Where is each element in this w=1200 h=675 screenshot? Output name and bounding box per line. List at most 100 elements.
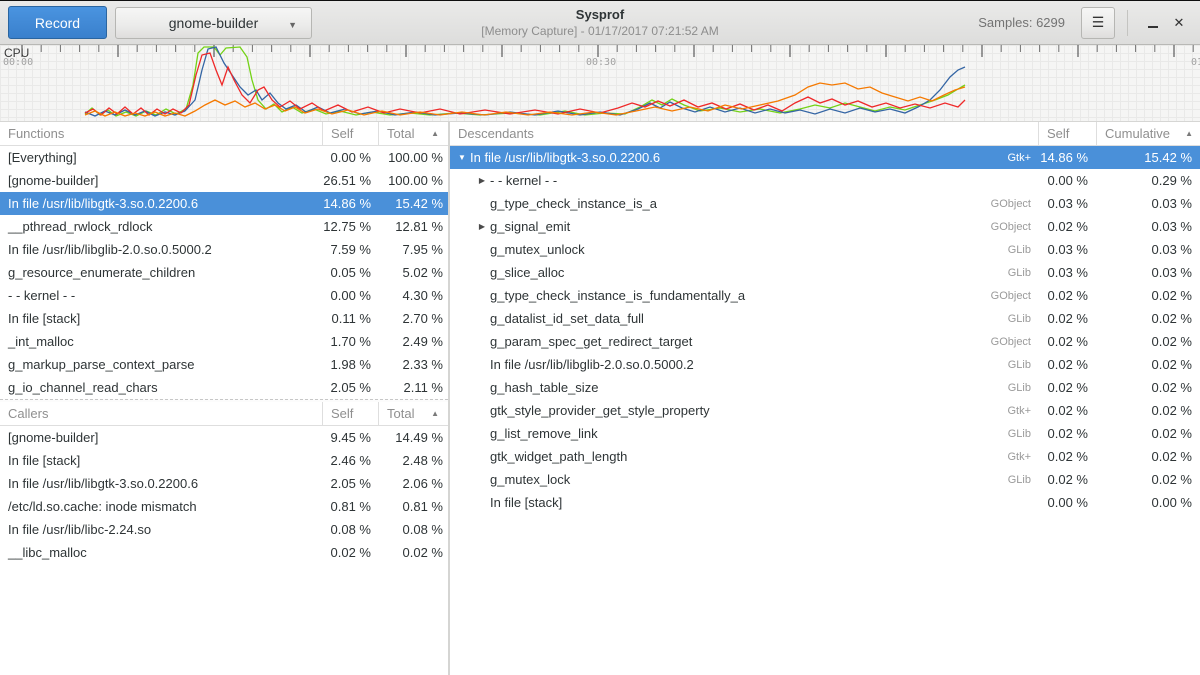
sort-ascending-icon: ▲ [1185,129,1193,138]
function-name: g_type_check_instance_is_fundamentally_a [490,288,991,303]
library-tag: GLib [1008,382,1038,394]
tree-row[interactable]: g_mutex_lockGLib0.02 %0.02 % [450,468,1200,491]
self-percent: 1.98 % [322,357,378,372]
expander-closed-icon[interactable]: ▶ [474,222,490,231]
function-name: In file /usr/lib/libgtk-3.so.0.2200.6 [0,476,322,491]
callers-self-column-header[interactable]: Self [322,402,378,426]
self-percent: 0.00 % [1038,495,1096,510]
tree-row[interactable]: g_type_check_instance_is_aGObject0.03 %0… [450,192,1200,215]
table-row[interactable]: g_markup_parse_context_parse1.98 %2.33 % [0,353,448,376]
self-percent: 0.11 % [322,311,378,326]
record-button[interactable]: Record [8,6,107,39]
function-name: g_datalist_id_set_data_full [490,311,1008,326]
self-percent: 0.02 % [1038,472,1096,487]
tree-row[interactable]: ▶g_signal_emitGObject0.02 %0.03 % [450,215,1200,238]
function-name: /etc/ld.so.cache: inode mismatch [0,499,322,514]
callers-column-header[interactable]: Callers [0,402,322,426]
tree-row[interactable]: g_list_remove_linkGLib0.02 %0.02 % [450,422,1200,445]
descendant-name-cell: g_mutex_lockGLib [450,472,1038,487]
table-row[interactable]: [gnome-builder]26.51 %100.00 % [0,169,448,192]
library-tag: GObject [991,290,1038,302]
functions-self-column-header[interactable]: Self [322,122,378,146]
total-percent: 100.00 % [378,150,448,165]
table-row[interactable]: [gnome-builder]9.45 %14.49 % [0,426,448,449]
table-row[interactable]: In file /usr/lib/libgtk-3.so.0.2200.614.… [0,192,448,215]
functions-column-header[interactable]: Functions [0,122,322,146]
cumulative-percent: 0.29 % [1096,173,1200,188]
tree-row[interactable]: In file /usr/lib/libglib-2.0.so.0.5000.2… [450,353,1200,376]
sysprof-window: Record gnome-builder ▼ Sysprof [Memory C… [0,0,1200,675]
minimize-button[interactable] [1140,10,1166,36]
self-percent: 0.03 % [1038,196,1096,211]
cumulative-percent: 0.02 % [1096,334,1200,349]
table-row[interactable]: In file [stack]2.46 %2.48 % [0,449,448,472]
total-percent: 4.30 % [378,288,448,303]
samples-count: Samples: 6299 [978,15,1065,30]
descendants-pane: Descendants Self Cumulative ▲ ▼In file /… [450,122,1200,675]
total-percent: 2.06 % [378,476,448,491]
table-row[interactable]: g_io_channel_read_chars2.05 %2.11 % [0,376,448,399]
table-row[interactable]: In file /usr/lib/libgtk-3.so.0.2200.6 2.0… [0,472,448,495]
function-name: In file /usr/lib/libglib-2.0.so.0.5000.2 [490,357,1008,372]
callers-total-column-header[interactable]: Total ▲ [378,402,448,426]
table-row[interactable]: __libc_malloc0.02 %0.02 % [0,541,448,564]
table-row[interactable]: In file [stack]0.11 %2.70 % [0,307,448,330]
cumulative-percent: 0.02 % [1096,380,1200,395]
tree-row[interactable]: ▼In file /usr/lib/libgtk-3.so.0.2200.6Gt… [450,146,1200,169]
menu-button[interactable]: ☰ [1081,7,1115,39]
tree-row[interactable]: g_datalist_id_set_data_fullGLib0.02 %0.0… [450,307,1200,330]
expander-open-icon[interactable]: ▼ [454,153,470,162]
cpu-usage-graph[interactable]: CPU 00:0000:3001:00 [0,45,1200,122]
tree-row[interactable]: g_param_spec_get_redirect_targetGObject0… [450,330,1200,353]
descendant-name-cell: ▶g_signal_emitGObject [450,219,1038,234]
descendants-self-column-header[interactable]: Self [1038,122,1096,146]
tree-row[interactable]: g_type_check_instance_is_fundamentally_a… [450,284,1200,307]
cumulative-percent: 0.02 % [1096,357,1200,372]
table-row[interactable]: [Everything]0.00 %100.00 % [0,146,448,169]
total-percent: 5.02 % [378,265,448,280]
descendants-cumulative-column-header[interactable]: Cumulative ▲ [1096,122,1200,146]
tree-row[interactable]: gtk_widget_path_lengthGtk+0.02 %0.02 % [450,445,1200,468]
functions-total-column-header[interactable]: Total ▲ [378,122,448,146]
total-percent: 12.81 % [378,219,448,234]
descendants-table: ▼In file /usr/lib/libgtk-3.so.0.2200.6Gt… [450,146,1200,514]
library-tag: Gtk+ [1007,152,1038,164]
library-tag: GLib [1008,244,1038,256]
close-icon: ✕ [1174,15,1185,31]
descendant-name-cell: g_list_remove_linkGLib [450,426,1038,441]
function-name: In file [stack] [0,311,322,326]
total-percent: 15.42 % [378,196,448,211]
tree-row[interactable]: In file [stack]0.00 %0.00 % [450,491,1200,514]
cumulative-percent: 0.02 % [1096,472,1200,487]
table-row[interactable]: In file /usr/lib/libglib-2.0.so.0.5000.2… [0,238,448,261]
close-button[interactable]: ✕ [1166,10,1192,36]
timeline-label: 00:00 [3,57,33,68]
expander-closed-icon[interactable]: ▶ [474,176,490,185]
descendants-column-header[interactable]: Descendants [450,122,1038,146]
table-row[interactable]: g_resource_enumerate_children0.05 %5.02 … [0,261,448,284]
tree-row[interactable]: g_hash_table_sizeGLib0.02 %0.02 % [450,376,1200,399]
table-row[interactable]: _int_malloc1.70 %2.49 % [0,330,448,353]
process-selector-label: gnome-builder [169,15,259,31]
tree-row[interactable]: g_slice_allocGLib0.03 %0.03 % [450,261,1200,284]
header-bar: Record gnome-builder ▼ Sysprof [Memory C… [0,1,1200,45]
tree-row[interactable]: gtk_style_provider_get_style_propertyGtk… [450,399,1200,422]
self-percent: 0.02 % [1038,426,1096,441]
table-row[interactable]: /etc/ld.so.cache: inode mismatch0.81 %0.… [0,495,448,518]
function-name: [gnome-builder] [0,430,322,445]
self-percent: 0.02 % [322,545,378,560]
sort-ascending-icon: ▲ [431,129,439,138]
function-name: In file [stack] [0,453,322,468]
function-name: gtk_style_provider_get_style_property [490,403,1007,418]
process-selector-dropdown[interactable]: gnome-builder ▼ [115,7,312,39]
function-name: _int_malloc [0,334,322,349]
self-percent: 26.51 % [322,173,378,188]
sort-ascending-icon: ▲ [431,409,439,418]
table-row[interactable]: __pthread_rwlock_rdlock12.75 %12.81 % [0,215,448,238]
tree-row[interactable]: g_mutex_unlockGLib0.03 %0.03 % [450,238,1200,261]
self-percent: 0.02 % [1038,449,1096,464]
self-percent: 0.02 % [1038,334,1096,349]
table-row[interactable]: In file /usr/lib/libc-2.24.so0.08 %0.08 … [0,518,448,541]
tree-row[interactable]: ▶- - kernel - -0.00 %0.29 % [450,169,1200,192]
table-row[interactable]: - - kernel - -0.00 %4.30 % [0,284,448,307]
